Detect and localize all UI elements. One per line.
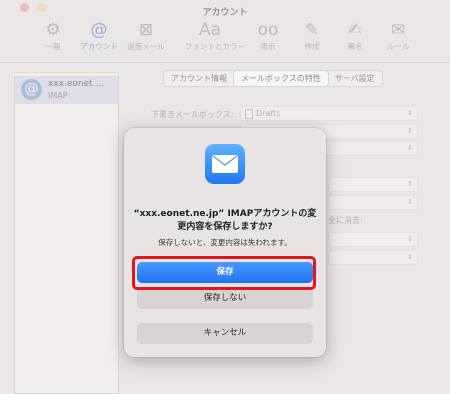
dont-save-button[interactable]: 保存しない <box>137 288 313 309</box>
dialog-message: 保存しないと、変更内容は失われます。 <box>158 238 292 247</box>
save-changes-dialog: “xxx.eonet.ne.jp” IMAPアカウントの変更内容を保存しますか?… <box>124 128 326 357</box>
dialog-title: “xxx.eonet.ne.jp” IMAPアカウントの変更内容を保存しますか? <box>133 209 317 232</box>
mail-app-icon <box>205 144 245 184</box>
envelope-icon <box>212 155 238 166</box>
cancel-button[interactable]: キャンセル <box>137 323 313 344</box>
save-button-highlight <box>132 256 316 290</box>
